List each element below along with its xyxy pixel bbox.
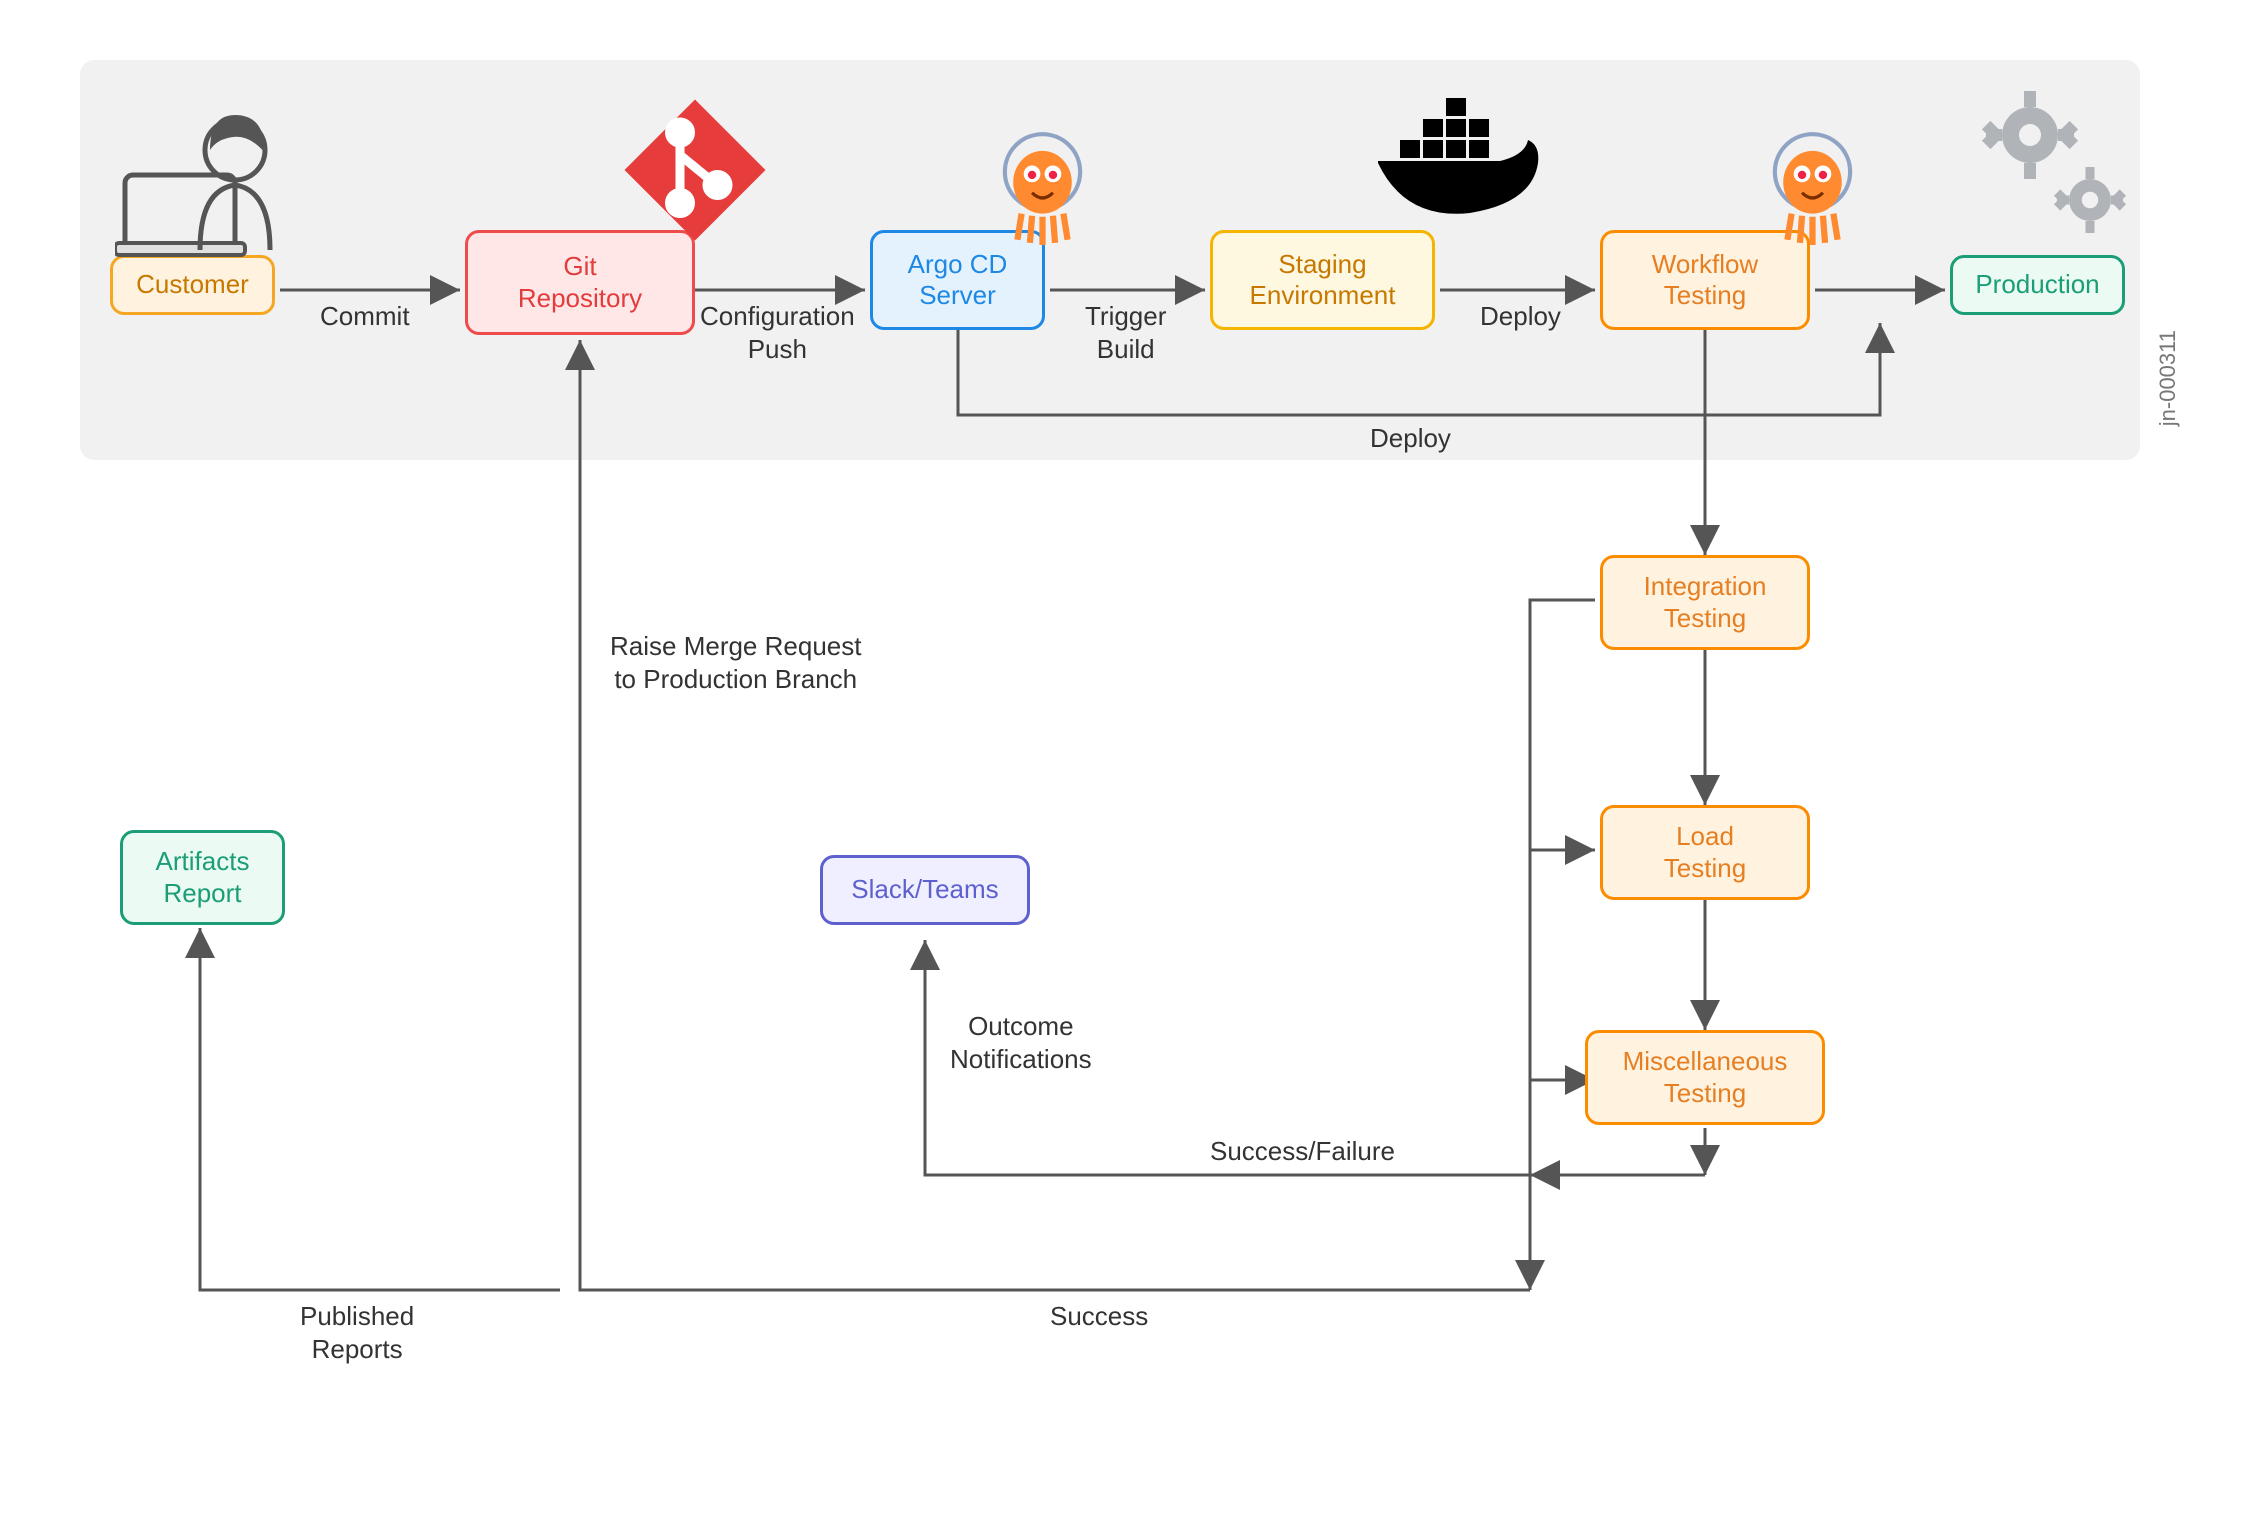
node-misc-testing: Miscellaneous Testing xyxy=(1585,1030,1825,1125)
node-production-label: Production xyxy=(1975,269,2099,300)
argo-icon xyxy=(990,130,1095,245)
node-git-repository: Git Repository xyxy=(465,230,695,335)
node-integration-label: Integration Testing xyxy=(1644,571,1767,633)
pipeline-panel xyxy=(80,60,2140,460)
docker-icon xyxy=(1360,85,1550,235)
edge-commit: Commit xyxy=(320,300,410,333)
customer-icon xyxy=(115,105,305,260)
node-argocd-server: Argo CD Server xyxy=(870,230,1045,330)
gears-icon xyxy=(1960,80,2140,250)
node-artifacts-label: Artifacts Report xyxy=(156,846,250,908)
edge-raise-merge: Raise Merge Request to Production Branch xyxy=(610,630,861,695)
git-icon xyxy=(620,95,770,245)
node-workflow-testing: Workflow Testing xyxy=(1600,230,1810,330)
node-staging-label: Staging Environment xyxy=(1250,249,1396,311)
argo-icon-2 xyxy=(1760,130,1865,245)
edge-trigger-build: Trigger Build xyxy=(1085,300,1166,365)
edge-config-push: Configuration Push xyxy=(700,300,855,365)
node-load-testing: Load Testing xyxy=(1600,805,1810,900)
node-load-label: Load Testing xyxy=(1664,821,1746,883)
node-misc-label: Miscellaneous Testing xyxy=(1623,1046,1788,1108)
node-slack-teams: Slack/Teams xyxy=(820,855,1030,925)
node-customer: Customer xyxy=(110,255,275,315)
edge-success: Success xyxy=(1050,1300,1148,1333)
node-git-label: Git Repository xyxy=(518,251,642,313)
edge-outcome: Outcome Notifications xyxy=(950,1010,1092,1075)
node-argocd-label: Argo CD Server xyxy=(908,249,1008,311)
node-artifacts-report: Artifacts Report xyxy=(120,830,285,925)
node-staging-env: Staging Environment xyxy=(1210,230,1435,330)
edge-deploy-2: Deploy xyxy=(1370,422,1451,455)
node-workflow-label: Workflow Testing xyxy=(1652,249,1758,311)
edge-deploy-1: Deploy xyxy=(1480,300,1561,333)
figure-id: jn-000311 xyxy=(2155,330,2181,426)
edge-published: Published Reports xyxy=(300,1300,414,1365)
node-integration-testing: Integration Testing xyxy=(1600,555,1810,650)
node-customer-label: Customer xyxy=(136,269,249,300)
node-production: Production xyxy=(1950,255,2125,315)
edge-success-failure: Success/Failure xyxy=(1210,1135,1395,1168)
node-slack-label: Slack/Teams xyxy=(851,874,998,905)
